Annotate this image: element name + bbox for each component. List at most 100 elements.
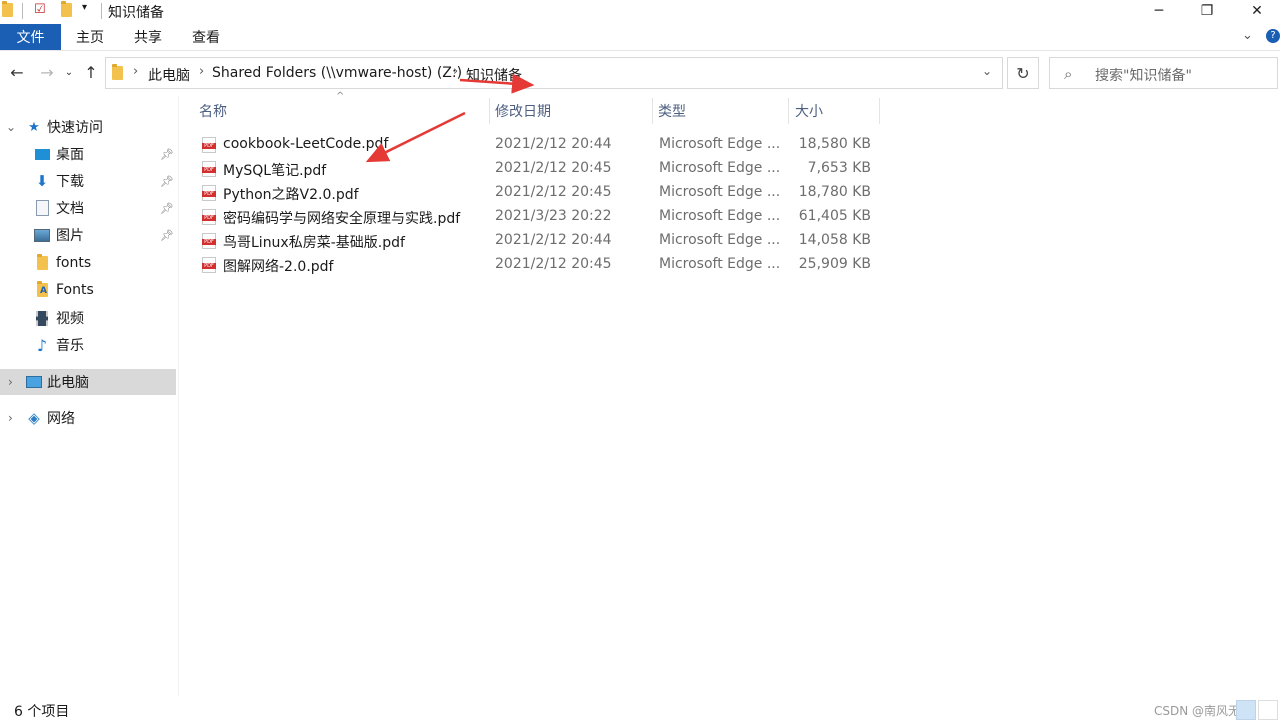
file-type: Microsoft Edge ... bbox=[659, 256, 781, 272]
file-date: 2021/2/12 20:45 bbox=[495, 184, 612, 200]
large-icons-view-button[interactable] bbox=[1258, 700, 1278, 720]
pin-icon[interactable]: 📌︎ bbox=[160, 229, 174, 242]
tab-home[interactable]: 主页 bbox=[66, 24, 114, 50]
pin-icon[interactable]: 📌︎ bbox=[160, 148, 174, 161]
document-icon bbox=[34, 200, 50, 216]
close-button[interactable]: ✕ bbox=[1234, 0, 1280, 22]
properties-icon[interactable]: ☑ bbox=[34, 2, 46, 17]
file-name: MySQL笔记.pdf bbox=[223, 163, 327, 179]
item-count: 6 个项目 bbox=[14, 704, 70, 720]
recent-locations-button[interactable]: ⌄ bbox=[58, 61, 80, 83]
desktop-icon bbox=[34, 146, 50, 162]
sidebar-item-quick-access[interactable]: ⌄ ★ 快速访问 bbox=[0, 114, 176, 140]
customize-toolbar-icon[interactable]: ▾ bbox=[82, 2, 87, 13]
pdf-file-icon bbox=[202, 161, 216, 177]
breadcrumb-this-pc[interactable]: 此电脑 bbox=[148, 65, 190, 85]
file-date: 2021/2/12 20:44 bbox=[495, 136, 612, 152]
sidebar-item-pictures[interactable]: 图片 📌︎ bbox=[0, 222, 176, 248]
sidebar-item-fonts[interactable]: fonts bbox=[0, 250, 176, 276]
column-header-type[interactable]: 类型 bbox=[658, 98, 686, 124]
file-size: 61,405 KB bbox=[798, 208, 871, 224]
file-row[interactable]: MySQL笔记.pdf 2021/2/12 20:45 Microsoft Ed… bbox=[196, 157, 886, 181]
file-name: cookbook-LeetCode.pdf bbox=[223, 136, 389, 152]
sidebar-item-label: Fonts bbox=[56, 282, 94, 298]
details-view-button[interactable] bbox=[1236, 700, 1256, 720]
breadcrumb-shared-folders[interactable]: Shared Folders (\\vmware-host) (Z:) bbox=[212, 65, 462, 81]
column-header-name[interactable]: 名称 bbox=[199, 98, 227, 124]
sidebar-item-downloads[interactable]: ⬇ 下载 📌︎ bbox=[0, 168, 176, 194]
sidebar-item-desktop[interactable]: 桌面 📌︎ bbox=[0, 141, 176, 167]
chevron-right-icon[interactable]: › bbox=[8, 411, 13, 425]
file-row[interactable]: 图解网络-2.0.pdf 2021/2/12 20:45 Microsoft E… bbox=[196, 253, 886, 277]
forward-button[interactable]: → bbox=[36, 61, 58, 83]
file-row[interactable]: cookbook-LeetCode.pdf 2021/2/12 20:44 Mi… bbox=[196, 133, 886, 157]
file-date: 2021/2/12 20:44 bbox=[495, 232, 612, 248]
sort-ascending-icon: ^ bbox=[336, 91, 345, 102]
search-input[interactable]: 搜索"知识储备" bbox=[1095, 65, 1192, 85]
new-folder-icon[interactable] bbox=[61, 1, 72, 17]
chevron-right-icon[interactable]: › bbox=[8, 375, 13, 389]
pictures-icon bbox=[34, 227, 50, 243]
pdf-file-icon bbox=[202, 209, 216, 225]
file-type: Microsoft Edge ... bbox=[659, 160, 781, 176]
pdf-file-icon bbox=[202, 137, 216, 153]
chevron-down-icon[interactable]: ⌄ bbox=[6, 120, 16, 134]
file-type: Microsoft Edge ... bbox=[659, 136, 781, 152]
column-divider[interactable] bbox=[489, 98, 490, 124]
minimize-button[interactable]: ─ bbox=[1136, 0, 1182, 22]
up-button[interactable]: ↑ bbox=[80, 61, 102, 83]
sidebar-item-music[interactable]: ♪ 音乐 bbox=[0, 332, 176, 358]
folder-icon bbox=[2, 1, 13, 17]
sidebar-item-label: 网络 bbox=[47, 411, 75, 427]
file-type: Microsoft Edge ... bbox=[659, 208, 781, 224]
column-divider[interactable] bbox=[879, 98, 880, 124]
sidebar-item-videos[interactable]: 视频 bbox=[0, 305, 176, 331]
ribbon: 文件 主页 共享 查看 ⌄ ? bbox=[0, 24, 1280, 51]
search-icon: ⌕ bbox=[1064, 65, 1073, 83]
breadcrumb-current-folder[interactable]: 知识储备 bbox=[466, 65, 522, 85]
file-row[interactable]: 密码编码学与网络安全原理与实践.pdf 2021/3/23 20:22 Micr… bbox=[196, 205, 886, 229]
toolbar-divider bbox=[22, 3, 23, 19]
pin-icon[interactable]: 📌︎ bbox=[160, 202, 174, 215]
file-row[interactable]: Python之路V2.0.pdf 2021/2/12 20:45 Microso… bbox=[196, 181, 886, 205]
music-icon: ♪ bbox=[36, 335, 48, 355]
column-header-date[interactable]: 修改日期 bbox=[495, 98, 551, 124]
refresh-button[interactable]: ↻ bbox=[1007, 57, 1039, 89]
back-button[interactable]: ← bbox=[6, 61, 28, 83]
tab-view[interactable]: 查看 bbox=[182, 24, 230, 50]
sidebar-item-label: 视频 bbox=[56, 311, 84, 327]
window-title: 知识储备 bbox=[108, 5, 164, 21]
sidebar-item-documents[interactable]: 文档 📌︎ bbox=[0, 195, 176, 221]
star-icon: ★ bbox=[28, 119, 40, 135]
column-divider[interactable] bbox=[788, 98, 789, 124]
search-box[interactable]: ⌕ 搜索"知识储备" bbox=[1049, 57, 1278, 89]
column-divider[interactable] bbox=[652, 98, 653, 124]
expand-ribbon-icon[interactable]: ⌄ bbox=[1242, 28, 1253, 43]
help-icon[interactable]: ? bbox=[1266, 29, 1280, 43]
breadcrumb-separator[interactable]: › bbox=[133, 64, 138, 79]
sidebar-item-label: 下载 bbox=[56, 174, 84, 190]
maximize-button[interactable]: ❐ bbox=[1184, 0, 1230, 22]
pin-icon[interactable]: 📌︎ bbox=[160, 175, 174, 188]
sidebar-item-label: 此电脑 bbox=[47, 375, 89, 391]
sidebar-item-fonts-system[interactable]: A Fonts bbox=[0, 277, 176, 303]
sidebar-item-network[interactable]: › ◈ 网络 bbox=[0, 405, 176, 431]
address-bar[interactable]: › 此电脑 › Shared Folders (\\vmware-host) (… bbox=[105, 57, 1003, 89]
file-name: 密码编码学与网络安全原理与实践.pdf bbox=[223, 211, 461, 227]
breadcrumb-separator[interactable]: › bbox=[453, 64, 458, 79]
sidebar-item-label: fonts bbox=[56, 255, 92, 271]
address-dropdown-icon[interactable]: ⌄ bbox=[982, 64, 992, 78]
file-type: Microsoft Edge ... bbox=[659, 232, 781, 248]
file-date: 2021/2/12 20:45 bbox=[495, 160, 612, 176]
file-size: 7,653 KB bbox=[807, 160, 871, 176]
pdf-file-icon bbox=[202, 257, 216, 273]
sidebar-item-label: 桌面 bbox=[56, 147, 84, 163]
sidebar-item-this-pc[interactable]: › 此电脑 bbox=[0, 369, 176, 395]
file-row[interactable]: 鸟哥Linux私房菜-基础版.pdf 2021/2/12 20:44 Micro… bbox=[196, 229, 886, 253]
title-bar: ☑ ▾ 知识储备 ─ ❐ ✕ bbox=[0, 0, 1280, 22]
sidebar-item-label: 图片 bbox=[56, 228, 84, 244]
breadcrumb-separator[interactable]: › bbox=[199, 64, 204, 79]
tab-share[interactable]: 共享 bbox=[124, 24, 172, 50]
column-header-size[interactable]: 大小 bbox=[795, 98, 823, 124]
tab-file[interactable]: 文件 bbox=[0, 24, 61, 50]
